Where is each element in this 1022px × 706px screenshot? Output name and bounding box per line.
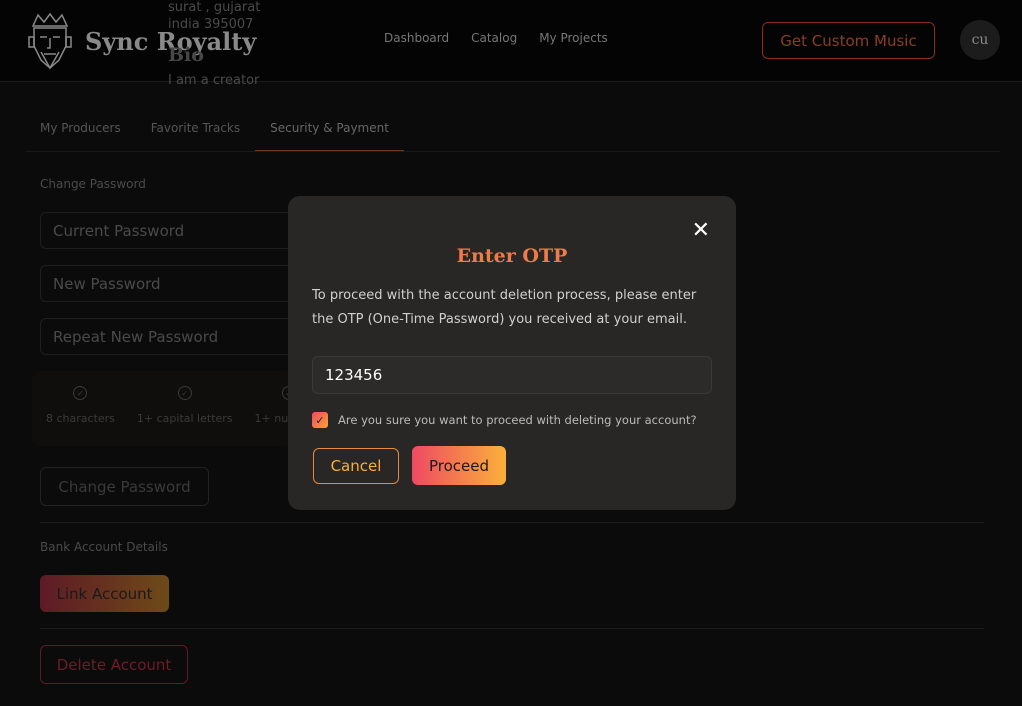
nav-my-projects[interactable]: My Projects: [539, 31, 608, 45]
tab-security-payment[interactable]: Security & Payment: [255, 108, 404, 151]
rule-label: 8 characters: [46, 412, 115, 425]
tab-my-producers[interactable]: My Producers: [25, 108, 136, 151]
rule-capital-letters: ✓ 1+ capital letters: [137, 386, 233, 446]
confirm-delete-row: ✓ Are you sure you want to proceed with …: [312, 412, 697, 428]
nav-catalog[interactable]: Catalog: [471, 31, 517, 45]
confirm-checkbox[interactable]: ✓: [312, 412, 328, 428]
brand-name: Sync Royalty: [85, 26, 257, 56]
close-icon[interactable]: ✕: [692, 220, 710, 242]
new-password-field[interactable]: New Password: [40, 265, 300, 302]
king-head-logo-icon: [28, 12, 72, 70]
profile-tabs: My Producers Favorite Tracks Security & …: [25, 108, 1000, 152]
main-nav: Dashboard Catalog My Projects: [384, 31, 608, 45]
modal-description: To proceed with the account deletion pro…: [312, 288, 697, 327]
password-rules: ✓ 8 characters ✓ 1+ capital letters ✓1+ nu…: [32, 371, 292, 446]
otp-input[interactable]: [312, 356, 712, 394]
header: Sync Royalty Dashboard Catalog My Projec…: [0, 0, 1022, 82]
change-password-button[interactable]: Change Password: [40, 467, 209, 506]
change-password-label: Change Password: [40, 177, 146, 191]
logo[interactable]: Sync Royalty: [25, 12, 256, 70]
repeat-password-field[interactable]: Repeat New Password: [40, 318, 300, 355]
otp-modal: ✕ Enter OTP To proceed with the account …: [288, 196, 736, 510]
delete-account-button[interactable]: Delete Account: [40, 645, 188, 684]
cancel-button[interactable]: Cancel: [313, 448, 399, 484]
rule-8-characters: ✓ 8 characters: [46, 386, 115, 446]
confirm-label: Are you sure you want to proceed with de…: [338, 413, 697, 427]
check-circle-icon: ✓: [73, 386, 88, 400]
tab-favorite-tracks[interactable]: Favorite Tracks: [136, 108, 255, 151]
get-custom-music-button[interactable]: Get Custom Music: [762, 22, 935, 59]
divider: [40, 628, 984, 629]
current-password-field[interactable]: Current Password: [40, 212, 300, 249]
divider: [40, 522, 984, 523]
modal-title: Enter OTP: [456, 245, 568, 267]
rule-label: 1+ numbers: [254, 412, 292, 425]
avatar[interactable]: cu: [960, 20, 1000, 60]
bank-details-label: Bank Account Details: [40, 540, 168, 554]
proceed-button[interactable]: Proceed: [412, 446, 506, 485]
check-circle-icon: ✓: [177, 386, 192, 400]
rule-label: 1+ capital letters: [136, 412, 233, 425]
nav-dashboard[interactable]: Dashboard: [384, 31, 449, 45]
link-account-button[interactable]: Link Account: [40, 575, 169, 612]
rule-numbers: ✓1+ numbers: [255, 386, 292, 446]
